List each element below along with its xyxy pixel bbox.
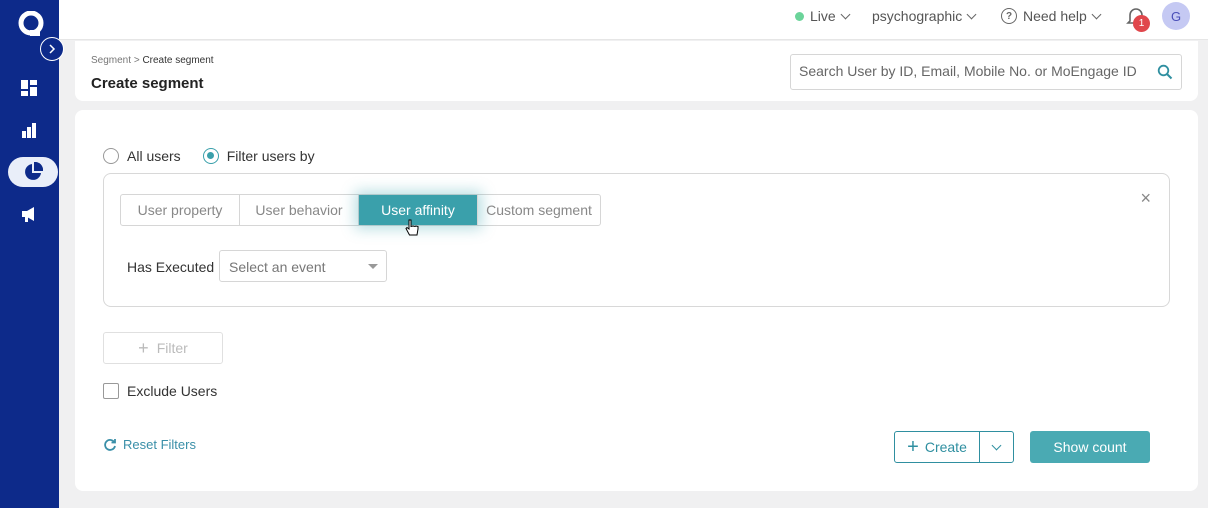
tab-custom-segment[interactable]: Custom segment (478, 195, 600, 225)
exclude-users-checkbox[interactable] (103, 383, 119, 399)
tab-user-behavior[interactable]: User behavior (240, 195, 359, 225)
page-header: Segment > Create segment Create segment (75, 41, 1198, 101)
reset-filters-label: Reset Filters (123, 437, 196, 452)
breadcrumb-segment-link[interactable]: Segment (91, 55, 131, 66)
chevron-down-icon (966, 9, 977, 19)
sidebar-expand-button[interactable] (40, 37, 64, 61)
show-count-button[interactable]: Show count (1030, 431, 1150, 463)
all-users-label[interactable]: All users (127, 148, 181, 164)
dashboard-icon (21, 80, 37, 96)
create-options-dropdown[interactable] (979, 431, 1014, 463)
segment-builder-card: All users Filter users by User property … (75, 110, 1198, 491)
sidebar (0, 0, 64, 508)
help-menu[interactable]: ? Need help (1001, 8, 1102, 24)
filter-condition-box: User property User behavior User affinit… (103, 173, 1170, 307)
filter-type-tabs: User property User behavior User affinit… (120, 194, 601, 226)
has-executed-label: Has Executed (127, 259, 215, 275)
chevron-down-icon (991, 440, 1002, 450)
sidebar-item-campaigns[interactable] (14, 199, 44, 229)
plus-icon: + (138, 337, 149, 358)
search-icon[interactable] (1157, 64, 1173, 80)
help-label: Need help (1023, 8, 1087, 24)
event-select-placeholder: Select an event (229, 259, 326, 275)
chevron-down-icon (1091, 9, 1102, 19)
sidebar-item-dashboard[interactable] (14, 73, 44, 103)
remove-filter-close-icon[interactable]: × (1140, 189, 1151, 207)
filter-users-label[interactable]: Filter users by (227, 148, 315, 164)
environment-selector[interactable]: Live (795, 8, 851, 24)
chevron-down-icon (840, 9, 851, 19)
refresh-icon (104, 438, 116, 451)
breadcrumb-current: Create segment (142, 55, 214, 66)
avatar[interactable]: G (1162, 2, 1190, 30)
event-select-dropdown[interactable]: Select an event (219, 250, 387, 282)
hand-pointer-cursor-icon (405, 219, 419, 236)
workspace-selector[interactable]: psychographic (872, 8, 977, 24)
workspace-label: psychographic (872, 8, 963, 24)
add-filter-button[interactable]: + Filter (103, 332, 223, 364)
exclude-users-label[interactable]: Exclude Users (127, 383, 217, 399)
sidebar-item-analytics[interactable] (14, 115, 44, 145)
live-status-dot (795, 11, 804, 21)
exclude-users-option: Exclude Users (103, 383, 217, 399)
user-search-input[interactable] (799, 63, 1149, 79)
help-circle-icon: ? (1001, 8, 1017, 24)
filter-users-radio[interactable] (202, 148, 219, 164)
caret-down-icon (368, 264, 378, 269)
app-logo-icon[interactable] (18, 11, 44, 37)
reset-filters-link[interactable]: Reset Filters (103, 437, 196, 452)
all-users-radio[interactable] (103, 148, 119, 164)
user-search-box (790, 54, 1182, 90)
create-label: Create (924, 439, 967, 455)
tab-user-property[interactable]: User property (121, 195, 240, 225)
plus-icon: + (907, 436, 919, 458)
create-button[interactable]: + Create (894, 431, 980, 463)
megaphone-icon (22, 207, 34, 222)
bar-chart-icon (22, 123, 36, 138)
pie-chart-icon (25, 162, 43, 180)
add-filter-label: Filter (156, 340, 188, 356)
top-bar: Live psychographic ? Need help 1 G (59, 0, 1208, 40)
environment-label: Live (810, 8, 836, 24)
sidebar-item-segments[interactable] (8, 157, 58, 187)
page-title: Create segment (91, 75, 204, 92)
breadcrumb: Segment > Create segment (91, 55, 214, 66)
audience-radio-group: All users Filter users by (103, 148, 337, 164)
notification-badge: 1 (1133, 15, 1150, 32)
chevron-right-icon (49, 44, 56, 54)
breadcrumb-separator: > (133, 55, 140, 66)
